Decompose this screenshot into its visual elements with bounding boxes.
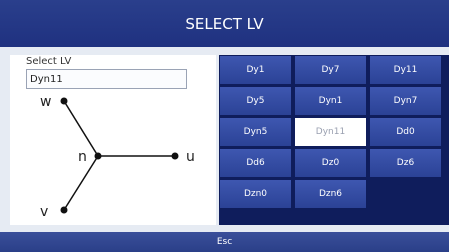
vector-group-dy1-button[interactable]: Dy1	[220, 56, 291, 84]
vector-group-label: Dy1	[246, 65, 265, 75]
w-phasor-line	[63, 100, 99, 157]
vector-group-dzn0-button[interactable]: Dzn0	[220, 180, 291, 208]
u-node	[171, 152, 179, 160]
screen: SELECT LV Select LV w n u v Dy1 Dy7 Dy11…	[0, 0, 449, 252]
vector-group-dz0-button[interactable]: Dz0	[295, 149, 366, 177]
w-label: w	[40, 94, 51, 110]
vector-group-dyn5-button[interactable]: Dyn5	[220, 118, 291, 146]
vector-group-dy5-button[interactable]: Dy5	[220, 87, 291, 115]
n-label: n	[78, 149, 87, 165]
vector-group-dyn1-button[interactable]: Dyn1	[295, 87, 366, 115]
vector-group-label: Dz0	[321, 158, 340, 168]
phasor-diagram: w n u v	[40, 94, 195, 220]
vector-group-label: Dy11	[393, 65, 418, 75]
vector-group-dy7-button[interactable]: Dy7	[295, 56, 366, 84]
vector-group-label: Dz6	[396, 158, 415, 168]
v-node	[60, 206, 68, 214]
vector-group-label: Dy5	[246, 96, 265, 106]
vector-group-label: Dy7	[321, 65, 340, 75]
footer-bar: Esc	[0, 232, 449, 252]
vector-group-label: Dzn0	[243, 189, 268, 199]
vector-group-dd0-button[interactable]: Dd0	[370, 118, 441, 146]
vector-group-dyn7-button[interactable]: Dyn7	[370, 87, 441, 115]
vector-group-label: Dd0	[396, 127, 415, 137]
vector-group-label: Dyn7	[393, 96, 418, 106]
neutral-node	[94, 152, 102, 160]
vector-group-label: Dd6	[246, 158, 265, 168]
vector-group-label: Dyn5	[243, 127, 268, 137]
vector-group-dy11-button[interactable]: Dy11	[370, 56, 441, 84]
vector-group-label: Dzn6	[318, 189, 343, 199]
vector-group-label: Dyn11	[315, 127, 346, 137]
vector-group-dd6-button[interactable]: Dd6	[220, 149, 291, 177]
vector-group-dyn11-button[interactable]: Dyn11	[295, 118, 366, 146]
vector-group-dz6-button[interactable]: Dz6	[370, 149, 441, 177]
esc-button[interactable]: Esc	[217, 237, 232, 247]
w-node	[60, 97, 68, 105]
vector-group-grid: Dy1 Dy7 Dy11 Dy5 Dyn1 Dyn7 Dyn5 Dyn11 Dd…	[220, 56, 447, 208]
v-label: v	[40, 204, 48, 220]
vector-group-dzn6-button[interactable]: Dzn6	[295, 180, 366, 208]
u-label: u	[186, 149, 195, 165]
vector-group-label: Dyn1	[318, 96, 343, 106]
